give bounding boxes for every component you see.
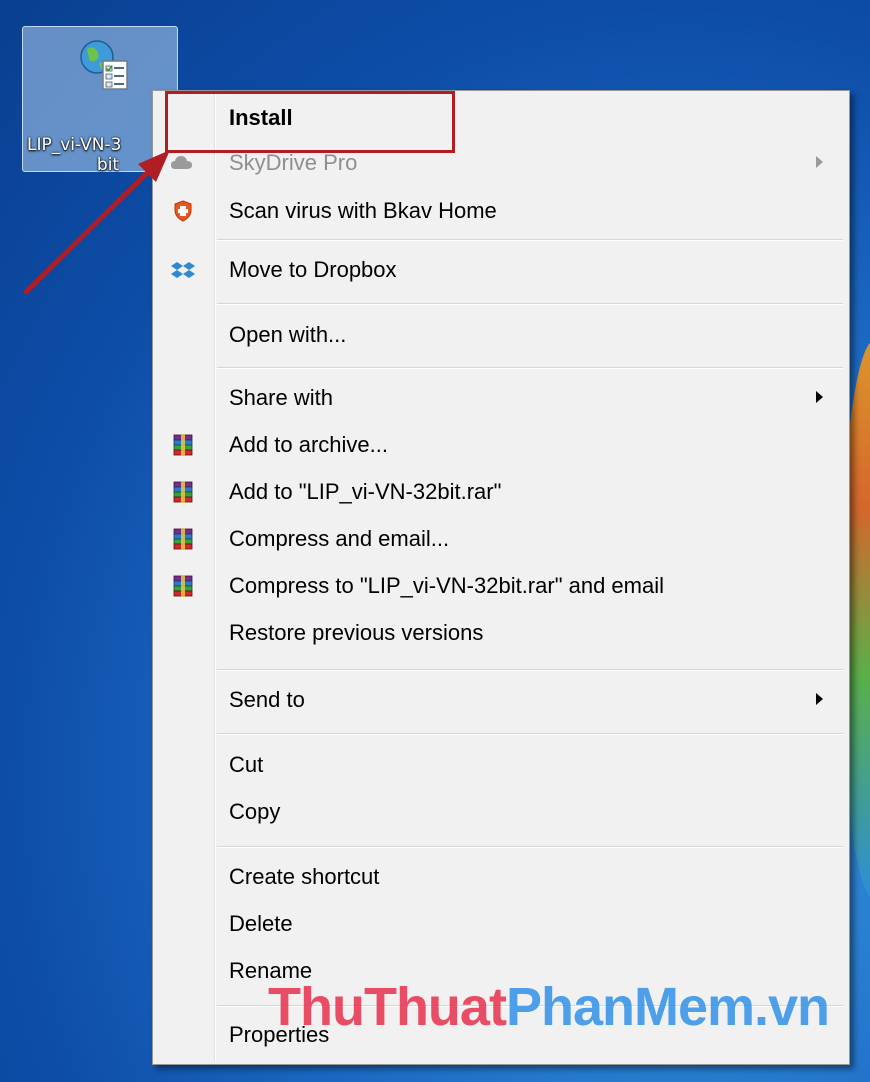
watermark: ThuThuatPhanMem.vn: [268, 975, 830, 1039]
winrar-icon: [173, 528, 193, 550]
bkav-shield-icon: [174, 200, 192, 222]
watermark-part-b: PhanMem.vn: [505, 977, 830, 1037]
install-highlight-box: [165, 91, 455, 153]
menu-separator: [217, 846, 843, 848]
menu-item-label: Send to: [229, 687, 305, 712]
context-menu: Install SkyDrive Pro Scan virus with Bka…: [152, 90, 850, 1065]
menu-item-share-with[interactable]: Share with: [155, 376, 847, 420]
menu-item-label: Delete: [229, 911, 293, 936]
menu-separator: [217, 303, 843, 305]
menu-item-label: Move to Dropbox: [229, 257, 397, 282]
menu-item-label: Add to "LIP_vi-VN-32bit.rar": [229, 479, 502, 504]
menu-separator: [217, 669, 843, 671]
menu-separator: [217, 733, 843, 735]
menu-item-scan-virus-bkav[interactable]: Scan virus with Bkav Home: [155, 189, 847, 233]
menu-item-label: Restore previous versions: [229, 620, 484, 645]
menu-item-add-to-rar[interactable]: Add to "LIP_vi-VN-32bit.rar": [155, 470, 847, 514]
menu-item-label: Scan virus with Bkav Home: [229, 198, 497, 223]
language-pack-icon: [80, 40, 128, 90]
menu-item-label: Open with...: [229, 322, 347, 347]
menu-item-delete[interactable]: Delete: [155, 902, 847, 946]
menu-item-compress-to-rar-and-email[interactable]: Compress to "LIP_vi-VN-32bit.rar" and em…: [155, 564, 847, 608]
menu-item-label: Compress and email...: [229, 526, 450, 551]
menu-item-label: Cut: [229, 752, 264, 777]
winrar-icon: [173, 434, 193, 456]
menu-separator: [217, 239, 843, 241]
submenu-arrow-icon: [816, 391, 823, 403]
menu-separator: [217, 367, 843, 369]
menu-item-compress-and-email[interactable]: Compress and email...: [155, 517, 847, 561]
menu-item-restore-previous-versions[interactable]: Restore previous versions: [155, 611, 847, 655]
winrar-icon: [173, 481, 193, 503]
menu-item-cut[interactable]: Cut: [155, 743, 847, 787]
menu-item-label: Share with: [229, 385, 333, 410]
submenu-arrow-icon: [816, 693, 823, 705]
menu-item-copy[interactable]: Copy: [155, 790, 847, 834]
menu-item-label: Compress to "LIP_vi-VN-32bit.rar" and em…: [229, 573, 665, 598]
watermark-part-a: ThuThuat: [268, 977, 507, 1037]
skydrive-icon: [171, 156, 192, 169]
menu-item-move-to-dropbox[interactable]: Move to Dropbox: [155, 248, 847, 292]
menu-item-open-with[interactable]: Open with...: [155, 313, 847, 357]
dropbox-icon: [171, 262, 195, 278]
menu-item-create-shortcut[interactable]: Create shortcut: [155, 855, 847, 899]
winrar-icon: [173, 575, 193, 597]
menu-item-label: Create shortcut: [229, 864, 380, 889]
menu-item-label: Add to archive...: [229, 432, 388, 457]
menu-item-send-to[interactable]: Send to: [155, 678, 847, 722]
submenu-arrow-icon: [816, 156, 823, 168]
menu-item-add-to-archive[interactable]: Add to archive...: [155, 423, 847, 467]
menu-item-label: Copy: [229, 799, 281, 824]
